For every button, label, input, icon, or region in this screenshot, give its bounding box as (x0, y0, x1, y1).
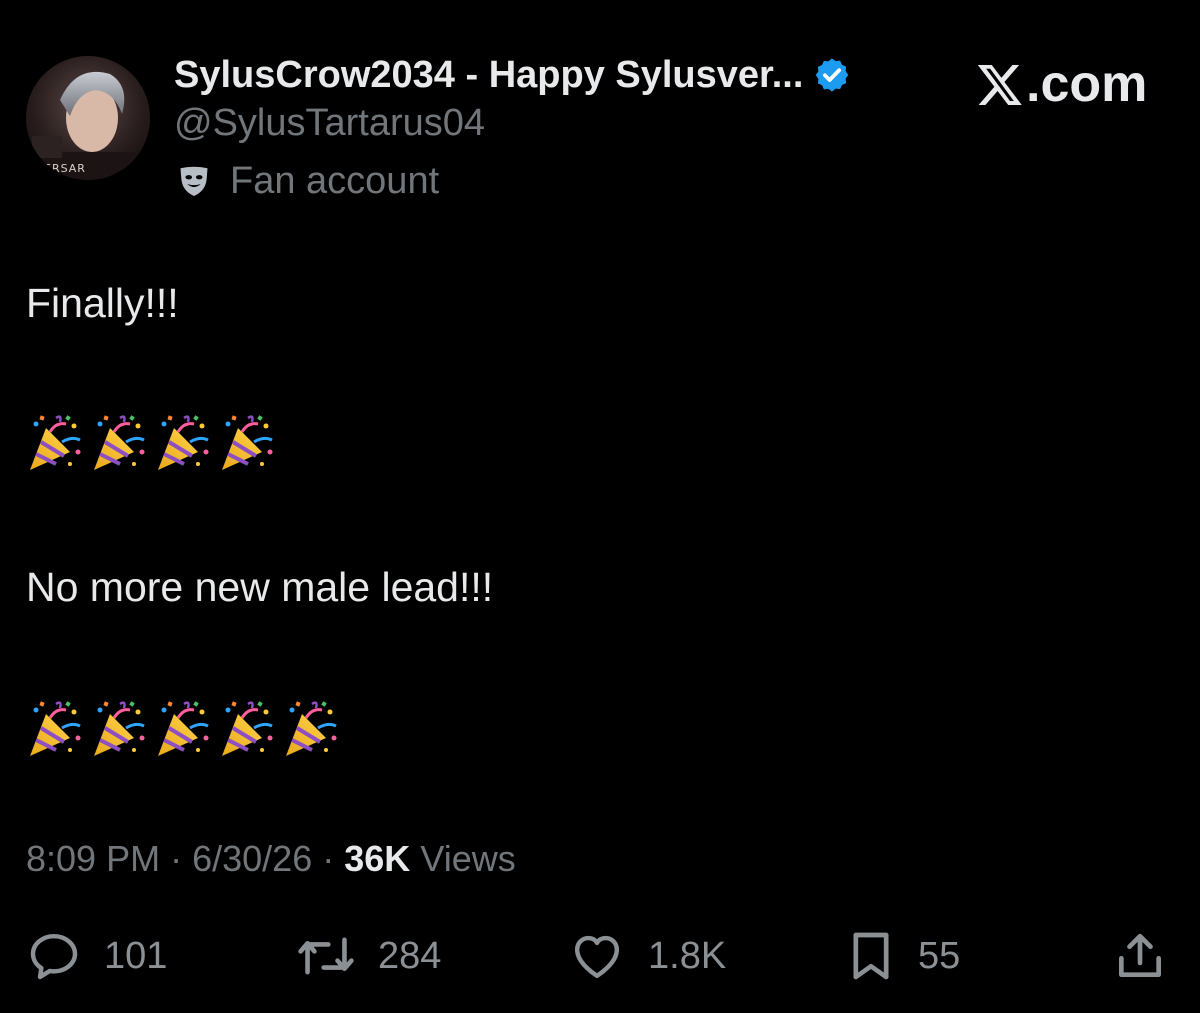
theater-mask-icon (180, 166, 208, 196)
reply-button[interactable]: 101 (26, 928, 167, 984)
party-popper-icon (158, 415, 209, 470)
author-handle[interactable]: @SylusTartarus04 (174, 102, 485, 145)
account-label-text: Fan account (230, 159, 440, 202)
party-popper-icon (222, 701, 273, 756)
account-label: Fan account (176, 158, 439, 204)
avatar-text: ERSAR (44, 162, 86, 175)
views-label: Views (420, 838, 516, 879)
avatar-image: ERSAR (26, 56, 150, 180)
brand-site-text: .com (1026, 55, 1148, 113)
repost-button[interactable]: 284 (296, 928, 441, 984)
party-popper-icon (94, 701, 145, 756)
repost-count: 284 (378, 934, 442, 977)
party-popper-icon (30, 415, 81, 470)
party-popper-icon (286, 701, 337, 756)
emoji-row-1 (26, 412, 276, 474)
bookmark-count: 55 (918, 934, 961, 977)
action-bar: 101 284 1.8K 55 (0, 928, 1200, 984)
meta-separator: · (322, 838, 335, 879)
party-popper-icon (222, 415, 273, 470)
party-popper-icon (158, 701, 209, 756)
verified-badge-icon (816, 58, 849, 92)
author-name-row[interactable]: SylusCrow2034 - Happy Sylusver... (174, 50, 851, 100)
share-button[interactable] (1114, 928, 1166, 984)
tweet-meta: 8:09 PM · 6/30/26 · 36K Views (26, 838, 516, 880)
display-name[interactable]: SylusCrow2034 - Happy Sylusver... (174, 54, 803, 97)
party-popper-icon (30, 701, 81, 756)
like-button[interactable]: 1.8K (568, 928, 726, 984)
share-icon (1119, 933, 1161, 977)
bookmark-icon (853, 932, 889, 980)
emoji-row-2 (26, 698, 340, 760)
tweet-text-line-2: No more new male lead!!! (26, 564, 494, 610)
heart-icon (574, 935, 620, 979)
reply-count: 101 (104, 934, 168, 977)
meta-separator: · (170, 838, 183, 879)
brand-logo: .com (976, 54, 1147, 114)
bookmark-button[interactable]: 55 (846, 928, 960, 984)
tweet-time[interactable]: 8:09 PM (26, 838, 160, 879)
party-popper-icon (94, 415, 145, 470)
tweet-date[interactable]: 6/30/26 (192, 838, 312, 879)
views-count: 36K (344, 838, 411, 879)
like-count: 1.8K (648, 934, 727, 977)
x-logo-icon (977, 65, 1022, 105)
tweet-text-line-1: Finally!!! (26, 280, 179, 326)
repost-icon (298, 937, 354, 975)
avatar[interactable]: ERSAR (26, 56, 150, 180)
reply-icon (30, 933, 78, 980)
